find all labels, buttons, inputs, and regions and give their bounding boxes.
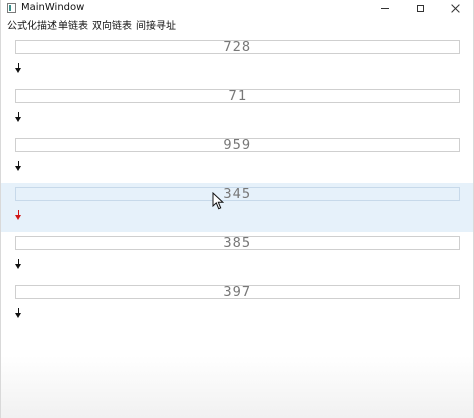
- list-node-value: 959: [223, 137, 252, 153]
- title-bar[interactable]: MainWindow: [1, 0, 473, 17]
- list-content-area: 728 71 959 345 385 397: [1, 36, 473, 418]
- list-node-value: 397: [223, 284, 252, 300]
- arrow-down-icon: [15, 161, 22, 171]
- close-icon: [451, 4, 460, 13]
- list-node-row: 385: [1, 232, 473, 281]
- list-node-value: 345: [223, 186, 252, 202]
- list-node-value: 728: [223, 39, 252, 55]
- list-node-box[interactable]: 71: [15, 89, 460, 103]
- list-node-value: 385: [223, 235, 252, 251]
- menu-bar: 公式化描述 单链表 双向链表 间接寻址: [1, 17, 473, 36]
- maximize-icon: [416, 5, 424, 12]
- close-button[interactable]: [438, 0, 472, 17]
- list-node-box[interactable]: 959: [15, 138, 460, 152]
- bottom-fade: [1, 356, 473, 418]
- window-title: MainWindow: [21, 2, 85, 13]
- mouse-cursor-icon: [212, 192, 224, 210]
- list-node-value: 71: [228, 88, 247, 104]
- main-window: MainWindow 公式化描述 单链表 双向链表 间接寻址 728 71 95…: [0, 0, 474, 418]
- list-node-row: 397: [1, 281, 473, 330]
- list-node-box[interactable]: 728: [15, 40, 460, 54]
- arrow-down-icon: [15, 63, 22, 73]
- list-node-box[interactable]: 397: [15, 285, 460, 299]
- maximize-button[interactable]: [403, 0, 437, 17]
- arrow-down-icon: [15, 308, 22, 318]
- menu-item-singly-linked-list[interactable]: 单链表: [58, 21, 88, 33]
- arrow-down-icon: [15, 112, 22, 122]
- menu-item-indirect-addressing[interactable]: 间接寻址: [136, 21, 176, 33]
- list-node-row: 71: [1, 85, 473, 134]
- window-app-icon: [7, 3, 16, 13]
- arrow-down-icon: [15, 210, 22, 220]
- list-node-row-active: 345: [1, 183, 473, 232]
- menu-item-doubly-linked-list[interactable]: 双向链表: [92, 21, 132, 33]
- list-node-row: 728: [1, 36, 473, 85]
- menu-item-formula-description[interactable]: 公式化描述: [7, 21, 57, 33]
- list-node-row: 959: [1, 134, 473, 183]
- arrow-down-icon: [15, 259, 22, 269]
- list-node-box[interactable]: 345: [15, 187, 460, 201]
- minimize-icon: [381, 8, 389, 9]
- minimize-button[interactable]: [368, 0, 402, 17]
- list-node-box[interactable]: 385: [15, 236, 460, 250]
